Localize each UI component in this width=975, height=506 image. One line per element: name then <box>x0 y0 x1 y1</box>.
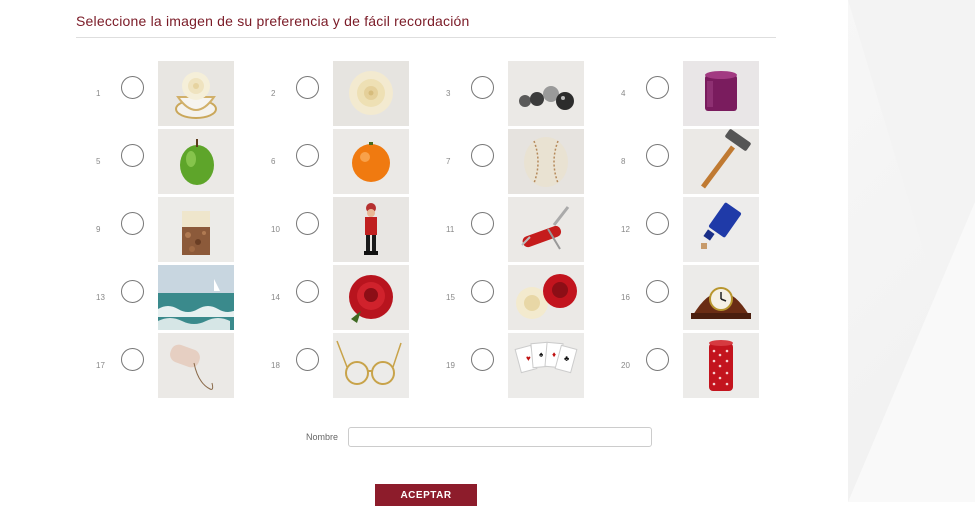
blue-bottle-image[interactable] <box>683 197 759 262</box>
option-10: 10 <box>251 196 426 264</box>
option-radio[interactable] <box>646 76 669 99</box>
toy-soldier-image[interactable] <box>333 197 409 262</box>
green-apple-image[interactable] <box>158 129 234 194</box>
option-radio[interactable] <box>296 348 319 371</box>
option-18: 18 <box>251 332 426 400</box>
option-number: 9 <box>96 225 101 234</box>
option-radio[interactable] <box>121 348 144 371</box>
option-number: 11 <box>446 225 455 234</box>
option-radio[interactable] <box>471 348 494 371</box>
orange-image[interactable] <box>333 129 409 194</box>
option-number: 10 <box>271 225 280 234</box>
option-19: 19 ♥ ♠ ♦ ♣ <box>426 332 601 400</box>
option-number: 19 <box>446 361 455 370</box>
option-15: 15 <box>426 264 601 332</box>
option-radio[interactable] <box>296 144 319 167</box>
option-radio[interactable] <box>646 348 669 371</box>
option-radio[interactable] <box>646 144 669 167</box>
option-number: 7 <box>446 157 451 166</box>
twine-spool-image[interactable] <box>158 333 234 398</box>
option-number: 17 <box>96 361 105 370</box>
white-rose-in-teacup-image[interactable] <box>158 61 234 126</box>
mantel-clock-image[interactable] <box>683 265 759 330</box>
option-16: 16 <box>601 264 776 332</box>
ocean-sailboat-image[interactable] <box>158 265 234 330</box>
accept-button[interactable]: ACEPTAR <box>375 484 477 506</box>
option-2: 2 <box>251 60 426 128</box>
option-14: 14 <box>251 264 426 332</box>
option-5: 5 <box>76 128 251 196</box>
option-12: 12 <box>601 196 776 264</box>
svg-text:♥: ♥ <box>526 354 531 363</box>
eyeglasses-image[interactable] <box>333 333 409 398</box>
option-radio[interactable] <box>121 280 144 303</box>
option-number: 5 <box>96 157 101 166</box>
option-number: 8 <box>621 157 626 166</box>
red-polka-dot-tin-image[interactable] <box>683 333 759 398</box>
name-input[interactable] <box>348 427 652 447</box>
svg-text:♦: ♦ <box>552 350 556 359</box>
option-3: 3 <box>426 60 601 128</box>
option-radio[interactable] <box>296 76 319 99</box>
option-number: 18 <box>271 361 280 370</box>
option-number: 6 <box>271 157 276 166</box>
option-number: 4 <box>621 89 626 98</box>
option-radio[interactable] <box>296 280 319 303</box>
option-13: 13 <box>76 264 251 332</box>
playing-cards-image[interactable]: ♥ ♠ ♦ ♣ <box>508 333 584 398</box>
option-radio[interactable] <box>471 212 494 235</box>
baseball-image[interactable] <box>508 129 584 194</box>
option-number: 14 <box>271 293 280 302</box>
option-7: 7 <box>426 128 601 196</box>
option-radio[interactable] <box>471 280 494 303</box>
page-title: Seleccione la imagen de su preferencia y… <box>76 13 776 38</box>
background-decoration <box>848 0 975 502</box>
white-and-red-roses-image[interactable] <box>508 265 584 330</box>
option-number: 16 <box>621 293 630 302</box>
option-1: 1 <box>76 60 251 128</box>
option-radio[interactable] <box>121 144 144 167</box>
option-8: 8 <box>601 128 776 196</box>
option-number: 1 <box>96 89 101 98</box>
purple-candle-holder-image[interactable] <box>683 61 759 126</box>
option-number: 2 <box>271 89 276 98</box>
option-number: 12 <box>621 225 630 234</box>
option-radio[interactable] <box>471 76 494 99</box>
option-4: 4 <box>601 60 776 128</box>
option-radio[interactable] <box>471 144 494 167</box>
option-number: 13 <box>96 293 105 302</box>
option-9: 9 <box>76 196 251 264</box>
svg-text:♣: ♣ <box>564 354 570 363</box>
swiss-army-knife-image[interactable] <box>508 197 584 262</box>
hammer-image[interactable] <box>683 129 759 194</box>
option-number: 20 <box>621 361 630 370</box>
option-radio[interactable] <box>121 76 144 99</box>
white-rose-image[interactable] <box>333 61 409 126</box>
option-radio[interactable] <box>121 212 144 235</box>
option-radio[interactable] <box>646 280 669 303</box>
option-radio[interactable] <box>296 212 319 235</box>
option-radio[interactable] <box>646 212 669 235</box>
name-label: Nombre <box>306 432 339 442</box>
steel-balls-image[interactable] <box>508 61 584 126</box>
option-17: 17 <box>76 332 251 400</box>
option-number: 3 <box>446 89 451 98</box>
option-20: 20 <box>601 332 776 400</box>
option-number: 15 <box>446 293 455 302</box>
candle-image[interactable] <box>158 197 234 262</box>
option-11: 11 <box>426 196 601 264</box>
red-rose-image[interactable] <box>333 265 409 330</box>
option-6: 6 <box>251 128 426 196</box>
